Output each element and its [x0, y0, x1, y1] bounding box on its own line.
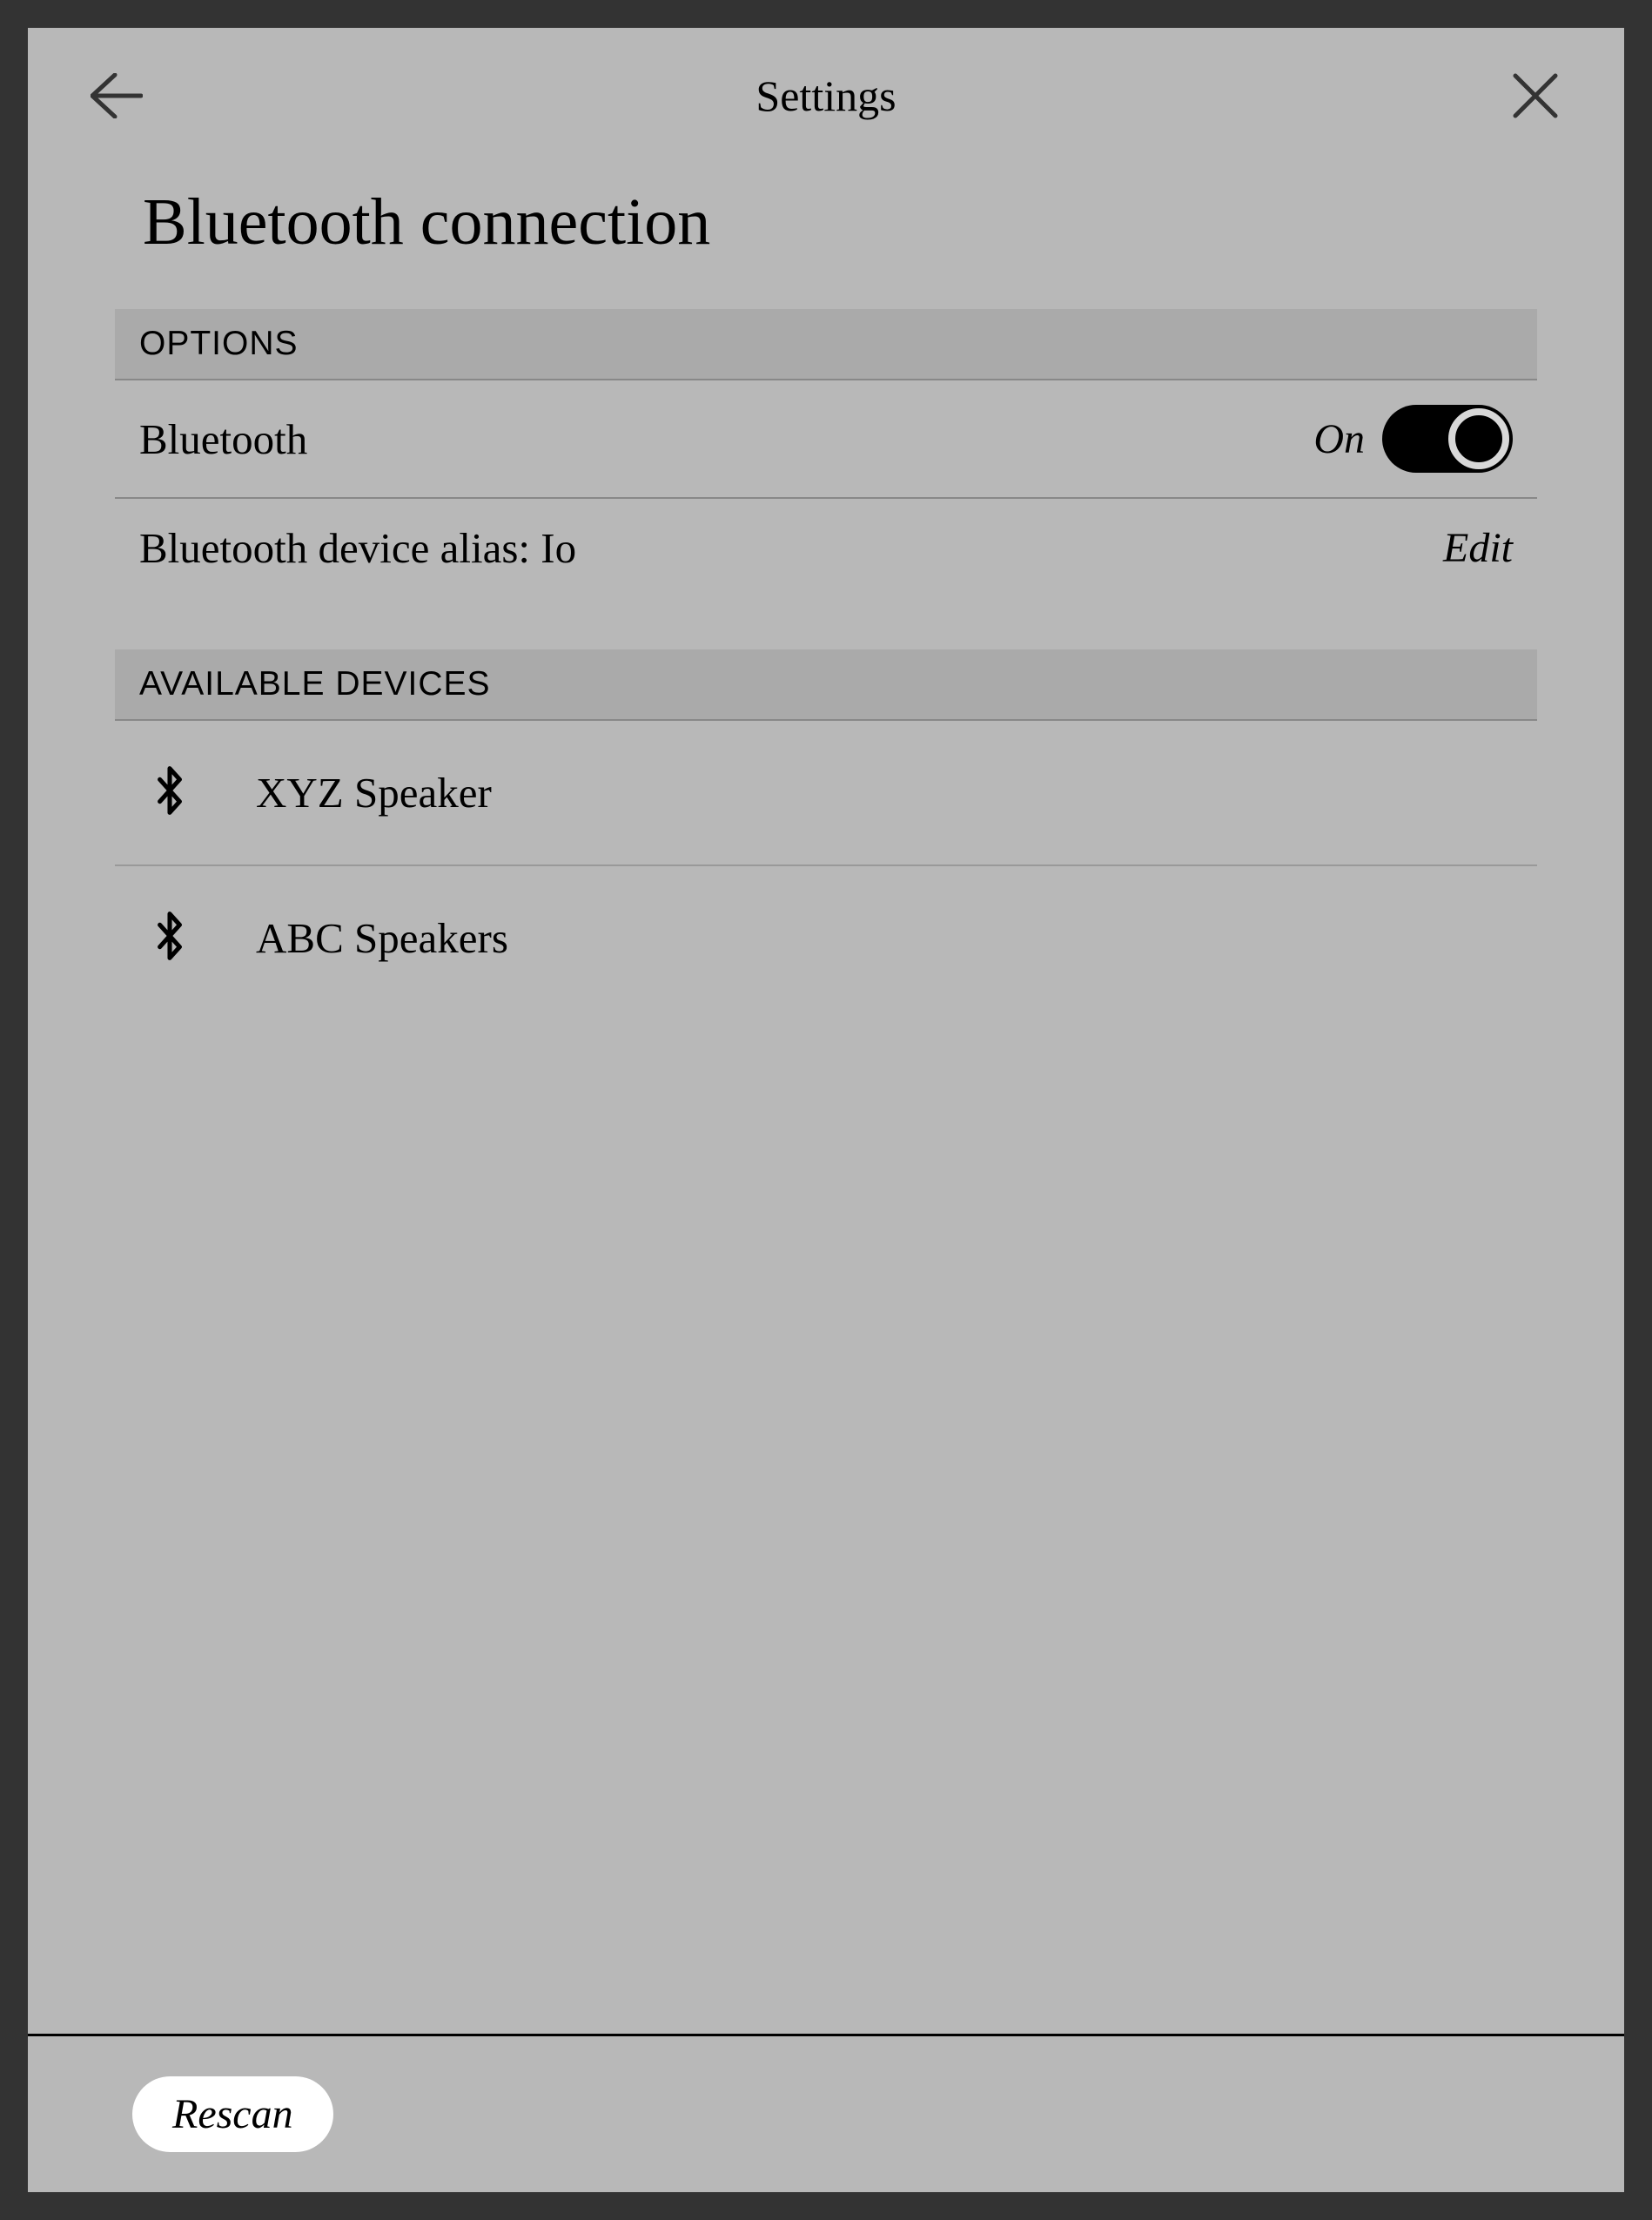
devices-header: AVAILABLE DEVICES [115, 649, 1537, 721]
back-arrow-icon [91, 73, 143, 118]
bluetooth-toggle[interactable] [1382, 405, 1513, 473]
rescan-button[interactable]: Rescan [132, 2076, 333, 2152]
bluetooth-state-text: On [1313, 415, 1365, 463]
options-header: OPTIONS [115, 309, 1537, 380]
header-title: Settings [143, 71, 1509, 121]
alias-label: Bluetooth device alias: Io [139, 523, 576, 573]
close-button[interactable] [1509, 70, 1561, 122]
back-button[interactable] [91, 70, 143, 122]
bluetooth-icon [153, 912, 186, 965]
bluetooth-toggle-wrap: On [1313, 405, 1513, 473]
close-icon [1512, 72, 1559, 119]
options-section: OPTIONS Bluetooth On Bluetooth device al… [28, 309, 1624, 597]
toggle-knob [1448, 408, 1509, 469]
footer-bar: Rescan [28, 2034, 1624, 2192]
devices-section: AVAILABLE DEVICES XYZ Speaker ABC Speake… [28, 649, 1624, 1010]
bluetooth-toggle-row: Bluetooth On [115, 380, 1537, 499]
header-bar: Settings [28, 28, 1624, 157]
device-name: XYZ Speaker [256, 768, 492, 817]
edit-alias-button[interactable]: Edit [1443, 524, 1513, 572]
alias-row: Bluetooth device alias: Io Edit [115, 499, 1537, 597]
bluetooth-icon [153, 766, 186, 819]
device-name: ABC Speakers [256, 913, 508, 963]
settings-screen: Settings Bluetooth connection OPTIONS Bl… [28, 28, 1624, 2192]
device-row[interactable]: XYZ Speaker [115, 721, 1537, 866]
device-row[interactable]: ABC Speakers [115, 866, 1537, 1010]
bluetooth-label: Bluetooth [139, 414, 307, 464]
page-title: Bluetooth connection [28, 157, 1624, 309]
